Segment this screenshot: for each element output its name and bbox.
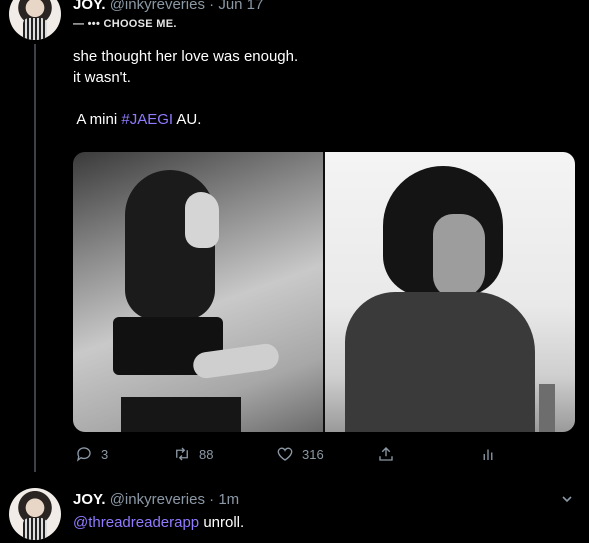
share-icon bbox=[379, 447, 393, 461]
tweet-text-line-1: she thought her love was enough. bbox=[73, 48, 299, 65]
retweet-button[interactable]: 88 bbox=[173, 442, 213, 466]
photo-man[interactable] bbox=[325, 152, 575, 432]
thread-line bbox=[34, 44, 36, 472]
tweet-main[interactable]: JOY. @inkyreveries · Jun 17 — ••• CHOOSE… bbox=[0, 0, 589, 476]
tweet-time[interactable]: 1m bbox=[218, 491, 239, 508]
like-button[interactable]: 316 bbox=[276, 442, 324, 466]
analytics-button[interactable] bbox=[479, 442, 497, 466]
tweet-date[interactable]: Jun 17 bbox=[218, 0, 263, 13]
media-grid bbox=[73, 152, 575, 432]
retweet-count: 88 bbox=[199, 446, 214, 462]
like-count: 316 bbox=[302, 446, 324, 462]
hashtag-link[interactable]: #JAEGI bbox=[121, 111, 173, 128]
author-name[interactable]: JOY. bbox=[73, 0, 106, 13]
mention-link[interactable]: @threadreaderapp bbox=[73, 514, 199, 531]
tweet-text: @threadreaderapp unroll. bbox=[73, 514, 244, 531]
avatar[interactable] bbox=[9, 0, 61, 40]
analytics-icon bbox=[483, 449, 493, 460]
tweet-header: JOY. @inkyreveries · Jun 17 bbox=[73, 0, 263, 13]
author-handle[interactable]: @inkyreveries bbox=[110, 491, 205, 508]
tweet-text-line-2: it wasn't. bbox=[73, 69, 131, 86]
separator-dot: · bbox=[209, 491, 215, 508]
tweet-reply[interactable]: JOY. @inkyreveries · 1m @threadreaderapp… bbox=[0, 477, 589, 543]
photo-woman[interactable] bbox=[73, 152, 323, 432]
tweet-text: she thought her love was enough. it wasn… bbox=[73, 46, 298, 130]
heart-icon bbox=[277, 447, 293, 461]
tweet-header: JOY. @inkyreveries · 1m bbox=[73, 491, 239, 508]
tweet-text-line-3-post: AU. bbox=[173, 111, 202, 128]
tweet-actions: 3 88 316 bbox=[73, 442, 513, 466]
reply-button[interactable]: 3 bbox=[75, 442, 108, 466]
author-handle[interactable]: @inkyreveries bbox=[110, 0, 205, 13]
share-button[interactable] bbox=[377, 442, 395, 466]
tweet-subtitle: — ••• CHOOSE ME. bbox=[73, 18, 177, 30]
separator-dot: · bbox=[209, 0, 215, 13]
tweet-text-rest: unroll. bbox=[199, 514, 245, 531]
retweet-icon bbox=[176, 447, 188, 461]
reply-icon bbox=[76, 447, 91, 462]
tweet-text-line-3-pre: A mini bbox=[73, 111, 122, 128]
avatar[interactable] bbox=[9, 488, 61, 540]
author-name[interactable]: JOY. bbox=[73, 491, 106, 508]
reply-count: 3 bbox=[101, 446, 109, 462]
chevron-down-icon[interactable] bbox=[561, 493, 573, 505]
